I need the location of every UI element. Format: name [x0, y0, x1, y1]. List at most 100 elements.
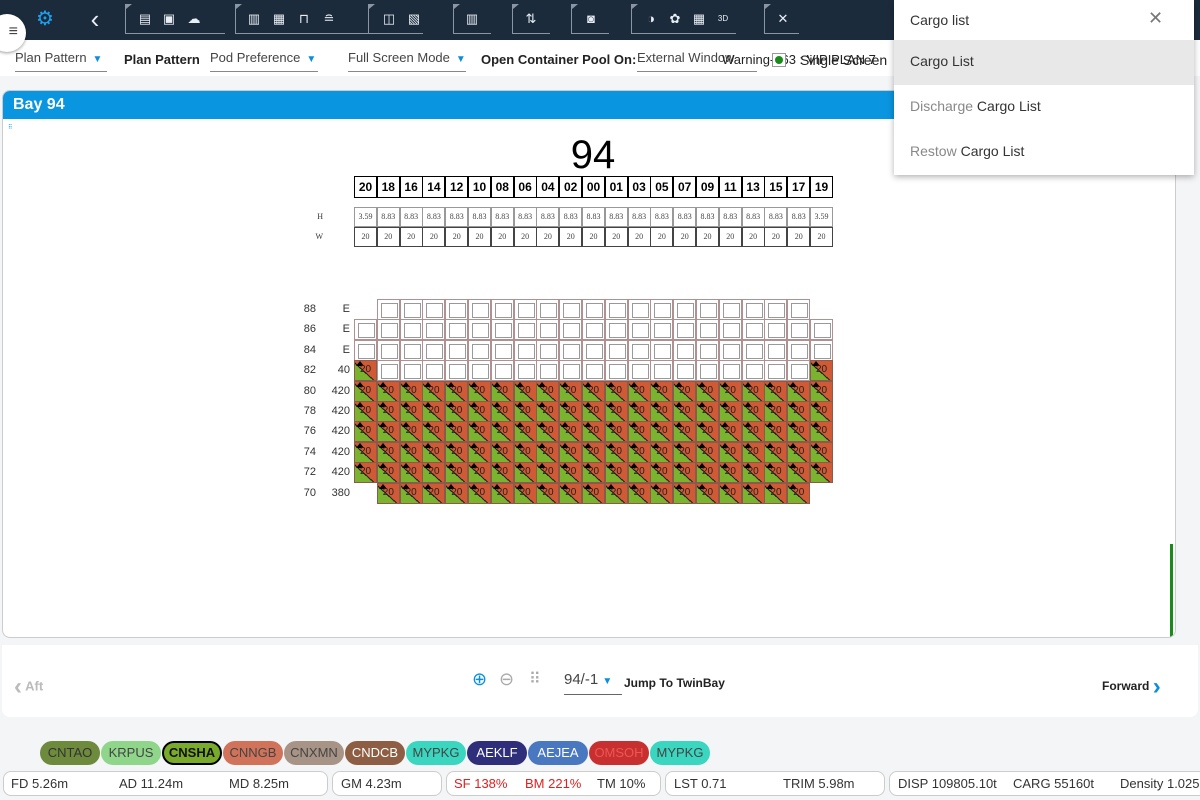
container-slot-empty[interactable]: [741, 339, 765, 361]
container-slot-filled[interactable]: 20: [764, 380, 788, 402]
container-slot-empty[interactable]: [696, 360, 719, 382]
container-slot-filled[interactable]: 20: [468, 421, 491, 443]
container-slot-empty[interactable]: [536, 360, 560, 382]
bin-icon[interactable]: ◫: [380, 8, 398, 30]
container-slot-filled[interactable]: 20: [741, 380, 765, 402]
container-slot-filled[interactable]: 20: [741, 482, 765, 504]
container-slot-filled[interactable]: 20: [354, 462, 377, 484]
container-slot-filled[interactable]: 20: [764, 441, 788, 463]
unlock-icon[interactable]: ⊓: [295, 8, 313, 30]
container-slot-filled[interactable]: 20: [354, 421, 377, 443]
container-slot-filled[interactable]: 20: [696, 482, 719, 504]
port-chip[interactable]: AEJEA: [528, 741, 588, 765]
container-slot-empty[interactable]: [354, 319, 377, 341]
container-slot-filled[interactable]: 20: [536, 482, 560, 504]
container-slot-filled[interactable]: 20: [582, 380, 605, 402]
container-slot-filled[interactable]: 20: [354, 380, 377, 402]
container-slot-filled[interactable]: 20: [764, 482, 788, 504]
grid-icon[interactable]: ⠿: [529, 669, 541, 689]
container-slot-filled[interactable]: 20: [627, 441, 651, 463]
container-slot-filled[interactable]: 20: [468, 401, 491, 422]
container-slot-filled[interactable]: 20: [764, 462, 788, 484]
container-slot-filled[interactable]: 20: [399, 380, 423, 402]
container-slot-filled[interactable]: 20: [810, 441, 833, 463]
search-input[interactable]: [910, 10, 1140, 30]
container-slot-filled[interactable]: 20: [559, 401, 583, 422]
port-chip[interactable]: CNTAO: [40, 741, 100, 765]
container-slot-empty[interactable]: [718, 360, 742, 382]
zoom-out-icon[interactable]: ⊖: [499, 669, 514, 690]
container-slot-filled[interactable]: 20: [582, 462, 605, 484]
container-slot-empty[interactable]: [764, 339, 788, 361]
container-slot-empty[interactable]: [376, 339, 400, 361]
container-slot-filled[interactable]: 20: [604, 441, 628, 463]
container-slot-empty[interactable]: [673, 339, 697, 361]
container-slot-filled[interactable]: 20: [490, 482, 514, 504]
container-slot-filled[interactable]: 20: [536, 421, 560, 443]
container-slot-filled[interactable]: 20: [627, 421, 651, 443]
container-slot-filled[interactable]: 20: [422, 401, 446, 422]
container-slot-filled[interactable]: 20: [376, 482, 400, 504]
container-slot-empty[interactable]: [445, 339, 469, 361]
swap-icon[interactable]: ⇅: [522, 8, 540, 30]
container-slot-empty[interactable]: [741, 319, 765, 341]
container-slot-empty[interactable]: [650, 319, 674, 341]
container-slot-empty[interactable]: [445, 299, 469, 320]
container-slot-filled[interactable]: 20: [445, 441, 469, 463]
port-chip[interactable]: CNDCB: [345, 741, 405, 765]
container-slot-filled[interactable]: 20: [445, 380, 469, 402]
container-slot-empty[interactable]: [582, 339, 605, 361]
container-slot-filled[interactable]: 20: [787, 380, 811, 402]
container-slot-filled[interactable]: 20: [513, 482, 537, 504]
container-slot-filled[interactable]: 20: [604, 380, 628, 402]
search-option[interactable]: Discharge Cargo List: [894, 85, 1194, 130]
container-slot-filled[interactable]: 20: [787, 421, 811, 443]
jump-twinbay-button[interactable]: Jump To TwinBay: [624, 676, 725, 690]
back-icon[interactable]: ‹: [86, 6, 104, 32]
container-slot-filled[interactable]: 20: [787, 401, 811, 422]
container-slot-empty[interactable]: [673, 360, 697, 382]
container-slot-filled[interactable]: 20: [513, 462, 537, 484]
container-slot-filled[interactable]: 20: [399, 462, 423, 484]
port-chip[interactable]: CNXMN: [284, 741, 344, 765]
container-slot-empty[interactable]: [513, 339, 537, 361]
container-slot-empty[interactable]: [627, 319, 651, 341]
container-slot-empty[interactable]: [513, 319, 537, 341]
container-slot-filled[interactable]: 20: [741, 441, 765, 463]
container-slot-filled[interactable]: 20: [650, 441, 674, 463]
container-slot-filled[interactable]: 20: [627, 380, 651, 402]
container-slot-filled[interactable]: 20: [627, 482, 651, 504]
search-option[interactable]: Cargo List: [894, 40, 1194, 85]
container-slot-empty[interactable]: [582, 360, 605, 382]
container-slot-filled[interactable]: 20: [810, 462, 833, 484]
container-slot-empty[interactable]: [399, 339, 423, 361]
container-slot-empty[interactable]: [627, 299, 651, 320]
container-slot-empty[interactable]: [399, 319, 423, 341]
container-slot-filled[interactable]: 20: [376, 441, 400, 463]
container-slot-empty[interactable]: [376, 319, 400, 341]
container-slot-filled[interactable]: 20: [559, 421, 583, 443]
container-slot-filled[interactable]: 20: [673, 441, 697, 463]
container-slot-filled[interactable]: 20: [399, 401, 423, 422]
container-slot-filled[interactable]: 20: [376, 462, 400, 484]
container-slot-empty[interactable]: [604, 360, 628, 382]
container-slot-empty[interactable]: [787, 360, 811, 382]
container-slot-filled[interactable]: 20: [468, 380, 491, 402]
port-chip[interactable]: KRPUS: [101, 741, 161, 765]
port-chip[interactable]: MYPKG: [406, 741, 466, 765]
container-slot-empty[interactable]: [490, 339, 514, 361]
container-slot-empty[interactable]: [422, 319, 446, 341]
open-icon[interactable]: ▤: [136, 8, 154, 30]
container-slot-empty[interactable]: [399, 360, 423, 382]
container-slot-filled[interactable]: 20: [787, 462, 811, 484]
contrast-icon[interactable]: ◑: [642, 8, 660, 30]
container-slot-filled[interactable]: 20: [718, 482, 742, 504]
container-slot-filled[interactable]: 20: [445, 462, 469, 484]
container-slot-filled[interactable]: 20: [468, 462, 491, 484]
container-slot-filled[interactable]: 20: [718, 421, 742, 443]
chart-icon[interactable]: ▥: [463, 8, 481, 30]
container-slot-empty[interactable]: [559, 360, 583, 382]
port-chip[interactable]: MYPKG: [650, 741, 710, 765]
palette-icon[interactable]: ✿: [666, 8, 684, 30]
container-slot-filled[interactable]: 20: [650, 482, 674, 504]
